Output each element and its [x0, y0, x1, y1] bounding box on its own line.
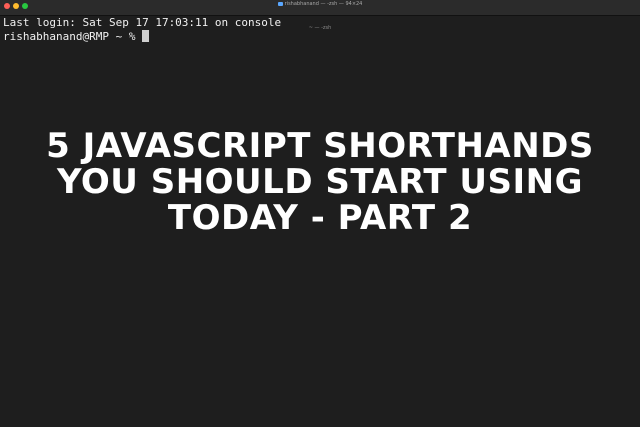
- headline-line-3: TODAY - PART 2: [167, 198, 473, 238]
- headline-line-2: YOU SHOULD START USING: [56, 162, 584, 202]
- prompt-text: rishabhanand@RMP ~ %: [3, 30, 143, 43]
- window-title: rishabhanand — -zsh — 94×24: [0, 1, 640, 7]
- overlay-headline: 5 JAVASCRIPT SHORTHANDS YOU SHOULD START…: [0, 128, 640, 236]
- headline-line-1: 5 JAVASCRIPT SHORTHANDS: [46, 126, 594, 166]
- title-bar: rishabhanand — -zsh — 94×24: [0, 0, 640, 16]
- terminal-line-prompt: rishabhanand@RMP ~ %: [3, 30, 281, 44]
- window-title-text: rishabhanand — -zsh — 94×24: [284, 1, 363, 7]
- terminal-line-login: Last login: Sat Sep 17 17:03:11 on conso…: [3, 16, 282, 29]
- terminal-window: rishabhanand — -zsh — 94×24 ~ — -zsh Las…: [0, 0, 640, 427]
- folder-icon: [277, 1, 283, 6]
- cursor: [142, 30, 150, 42]
- terminal-output[interactable]: Last login: Sat Sep 17 17:03:11 on conso…: [3, 16, 281, 44]
